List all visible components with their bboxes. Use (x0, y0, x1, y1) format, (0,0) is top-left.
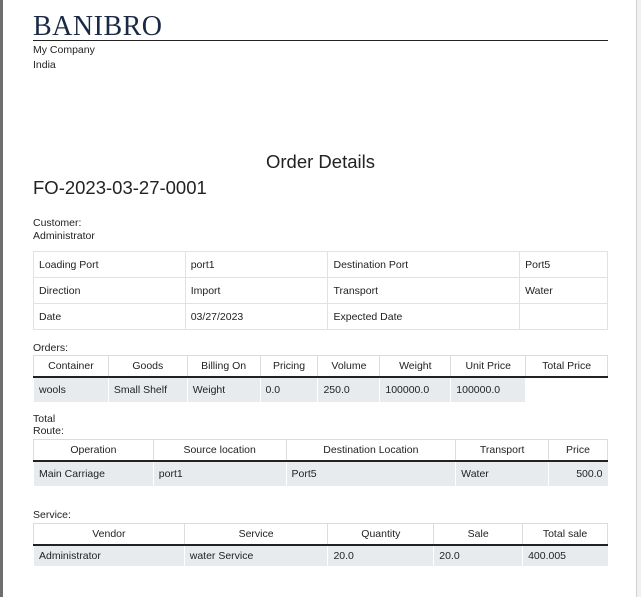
table-cell: 500.0 (548, 461, 608, 486)
table-cell: Small Shelf (107, 377, 188, 402)
column-header: Container (33, 355, 109, 378)
info-row: Direction Import Transport Water (33, 277, 608, 304)
order-reference: FO-2023-03-27-0001 (33, 177, 207, 198)
column-header: Goods (107, 355, 188, 378)
total-label: Total (33, 413, 56, 425)
info-row: Date 03/27/2023 Expected Date (33, 303, 608, 330)
table-cell-empty (525, 377, 608, 402)
column-header: Vendor (33, 523, 185, 546)
table-header-row: Vendor Service Quantity Sale Total sale (33, 523, 608, 546)
column-header: Sale (433, 523, 524, 546)
page-title: Order Details (266, 151, 375, 172)
column-header: Service (183, 523, 329, 546)
scrollbar[interactable] (636, 0, 641, 597)
table-cell: Port5 (285, 461, 456, 486)
service-table: Vendor Service Quantity Sale Total sale … (33, 523, 608, 566)
column-header: Total sale (522, 523, 608, 546)
info-label: Date (33, 303, 186, 330)
table-cell: Administrator (33, 545, 185, 566)
info-label: Direction (33, 277, 186, 304)
column-header: Destination Location (285, 439, 457, 462)
table-cell: 0.0 (259, 377, 318, 402)
table-cell: 20.0 (433, 545, 523, 566)
company-name: My Company (33, 44, 95, 56)
column-header: Billing On (186, 355, 261, 378)
customer-name: Administrator (33, 230, 95, 242)
shipment-info-table: Loading Port port1 Destination Port Port… (33, 251, 608, 330)
table-header-row: Operation Source location Destination Lo… (33, 439, 608, 462)
page-left-edge (0, 0, 3, 597)
route-table: Operation Source location Destination Lo… (33, 439, 608, 486)
orders-table: Container Goods Billing On Pricing Volum… (33, 355, 608, 402)
table-cell: 100000.0 (450, 377, 526, 402)
table-cell: port1 (152, 461, 287, 486)
header-divider (33, 40, 608, 41)
info-value: Port5 (519, 251, 608, 278)
customer-label: Customer: (33, 217, 82, 229)
column-header: Source location (152, 439, 287, 462)
column-header: Pricing (259, 355, 319, 378)
info-value (519, 303, 608, 330)
info-value: Water (519, 277, 608, 304)
column-header: Operation (33, 439, 154, 462)
column-header: Total Price (525, 355, 608, 378)
info-label: Destination Port (327, 251, 521, 278)
column-header: Weight (379, 355, 452, 378)
info-label: Expected Date (327, 303, 521, 330)
table-cell: 400.005 (522, 545, 608, 566)
info-value: port1 (184, 251, 329, 278)
column-header: Unit Price (450, 355, 527, 378)
orders-label: Orders: (33, 342, 69, 354)
table-row: wools Small Shelf Weight 0.0 250.0 10000… (33, 377, 608, 402)
service-label: Service: (33, 509, 71, 521)
column-header: Volume (317, 355, 381, 378)
table-cell: 250.0 (317, 377, 380, 402)
info-row: Loading Port port1 Destination Port Port… (33, 251, 608, 278)
table-cell: 100000.0 (379, 377, 451, 402)
column-header: Price (548, 439, 608, 462)
table-header-row: Container Goods Billing On Pricing Volum… (33, 355, 608, 378)
table-cell: Main Carriage (33, 461, 154, 486)
table-row: Main Carriage port1 Port5 Water 500.0 (33, 461, 608, 486)
info-value: 03/27/2023 (184, 303, 329, 330)
info-label: Loading Port (33, 251, 186, 278)
info-value: Import (184, 277, 329, 304)
table-cell: Water (455, 461, 549, 486)
table-row: Administrator water Service 20.0 20.0 40… (33, 545, 608, 566)
table-cell: Weight (186, 377, 261, 402)
table-cell: wools (33, 377, 109, 402)
route-label: Route: (33, 425, 64, 437)
company-country: India (33, 59, 56, 71)
info-label: Transport (327, 277, 521, 304)
column-header: Transport (455, 439, 550, 462)
table-cell: water Service (183, 545, 328, 566)
company-logo: BANIBRO (33, 11, 163, 42)
column-header: Quantity (327, 523, 435, 546)
table-cell: 20.0 (327, 545, 434, 566)
